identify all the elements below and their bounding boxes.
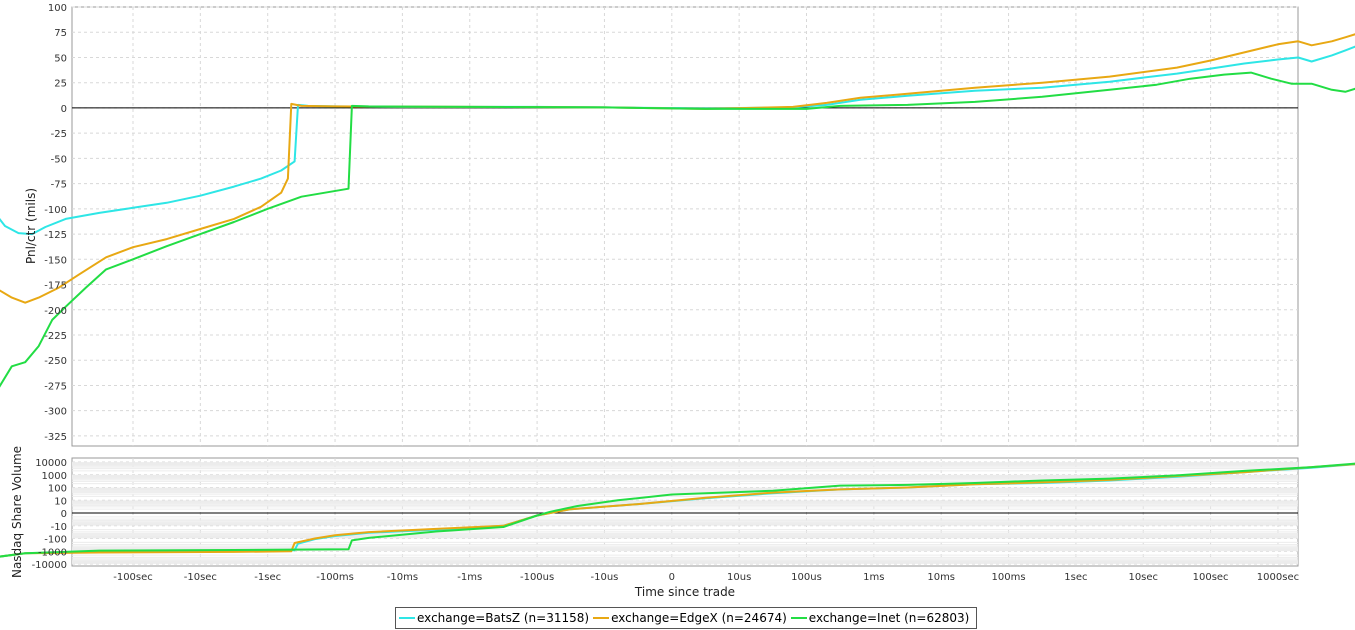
top-y-tick-label: 50 [54, 53, 67, 64]
legend-item-0: exchange=BatsZ (n=31158) [399, 611, 589, 625]
top-y-tick-label: -300 [44, 407, 67, 418]
chart: -100sec -10sec -1sec -100ms -10ms -1ms -100us -… [0, 3, 1355, 599]
top-y-tick-label: -25 [51, 129, 67, 140]
x-tick-label: -100sec [113, 572, 153, 583]
x-tick-label: 100us [791, 572, 822, 583]
legend-swatch [399, 617, 415, 619]
x-tick-label: -10ms [387, 572, 418, 583]
x-tick-label: 100ms [992, 572, 1026, 583]
x-tick-label: 1ms [863, 572, 884, 583]
bottom-y-tick-label: -10000 [32, 560, 67, 571]
top-plot-area [71, 6, 1299, 447]
x-tick-label: 10us [727, 572, 751, 583]
legend-swatch [790, 617, 807, 619]
bottom-y-tick-label: 0 [61, 509, 67, 520]
bottom-y-tick-label: 100 [48, 484, 67, 495]
top-y-tick-label: -100 [44, 205, 67, 216]
x-tick-label: 1000sec [1257, 572, 1299, 583]
top-y-tick-label: -250 [44, 356, 67, 367]
top-y-tick-label: -50 [51, 154, 67, 165]
legend: exchange=BatsZ (n=31158) exchange=EdgeX (… [395, 607, 978, 629]
x-tick-label: 100sec [1193, 572, 1229, 583]
bottom-y-tick-label: 1000 [42, 471, 67, 482]
x-tick-label: 0 [669, 572, 675, 583]
x-axis-title: Time since trade [634, 585, 735, 599]
top-y-tick-label: -175 [44, 281, 67, 292]
x-tick-label: -1ms [457, 572, 482, 583]
legend-item-1: exchange=EdgeX (n=24674) [593, 611, 787, 625]
x-tick-label: -1sec [254, 572, 281, 583]
x-tick-label: -100us [520, 572, 554, 583]
bottom-y-axis-title: Nasdaq Share Volume [10, 446, 24, 578]
x-tick-label: 10ms [927, 572, 955, 583]
x-tick-label: -10us [591, 572, 619, 583]
top-y-tick-label: -150 [44, 255, 67, 266]
top-y-tick-label: 25 [54, 79, 67, 90]
legend-label: exchange=EdgeX (n=24674) [611, 611, 787, 625]
bottom-y-tick-label: -1000 [38, 547, 67, 558]
top-y-tick-label: -200 [44, 306, 67, 317]
bottom-y-tick-label: 10000 [35, 458, 67, 469]
x-tick-label: -100ms [316, 572, 354, 583]
legend-label: exchange=BatsZ (n=31158) [417, 611, 590, 625]
top-y-tick-label: -125 [44, 230, 67, 241]
legend-item-2: exchange=Inet (n=62803) [790, 611, 970, 625]
legend-swatch [593, 617, 610, 619]
top-y-tick-label: -275 [44, 381, 67, 392]
x-tick-label: -10sec [184, 572, 217, 583]
top-y-tick-label: -75 [51, 180, 67, 191]
top-y-tick-label: -225 [44, 331, 67, 342]
top-y-tick-label: -325 [44, 432, 67, 443]
legend-label: exchange=Inet (n=62803) [808, 611, 970, 625]
x-tick-label: 1sec [1064, 572, 1087, 583]
bottom-y-tick-label: 10 [54, 496, 67, 507]
top-y-tick-label: 0 [61, 104, 67, 115]
x-tick-label: 10sec [1128, 572, 1158, 583]
bottom-y-tick-label: -10 [51, 522, 67, 533]
bottom-y-tick-label: -100 [44, 535, 67, 546]
top-y-axis-title: Pnl/ctr (mils) [24, 188, 38, 264]
top-y-tick-label: 75 [54, 28, 67, 39]
top-y-tick-label: 100 [48, 3, 67, 14]
